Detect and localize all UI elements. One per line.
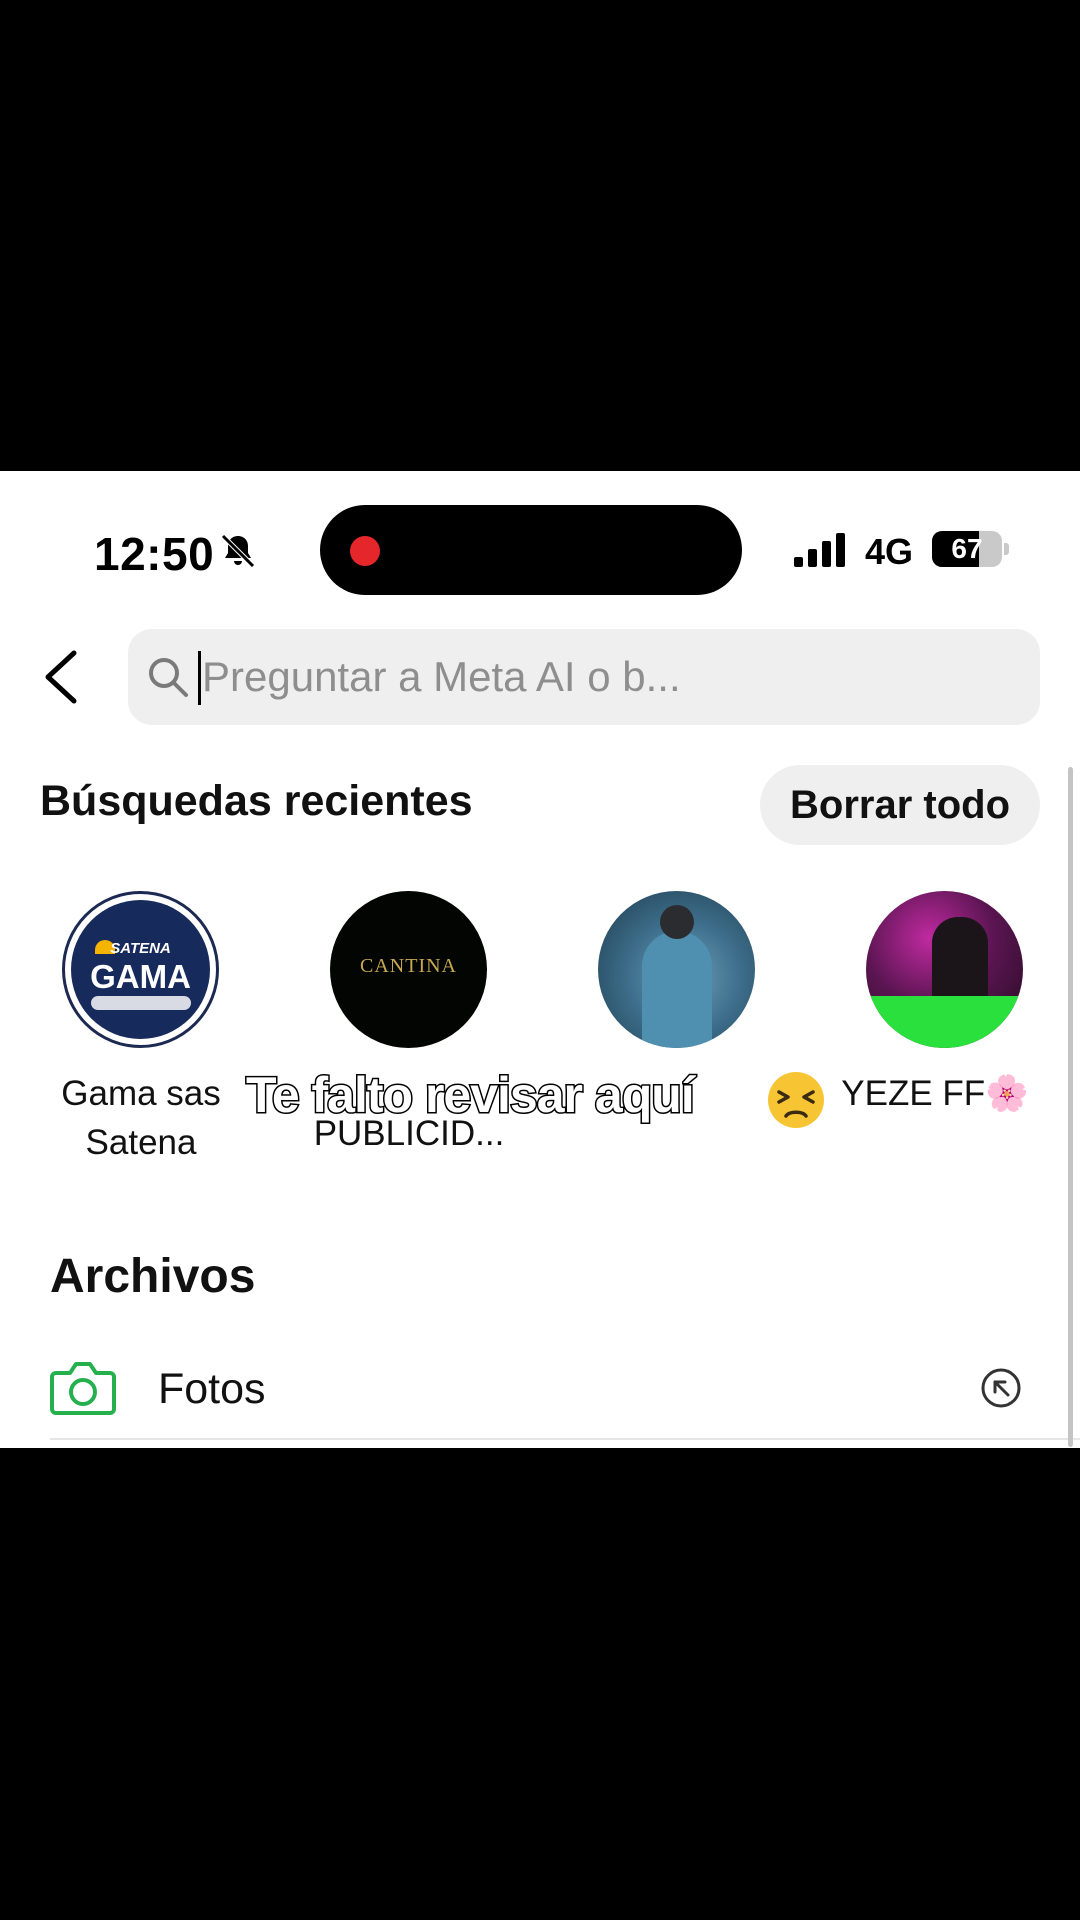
- recent-searches-title: Búsquedas recientes: [40, 777, 473, 825]
- avatar-logo-text: CANTINA: [360, 955, 457, 977]
- avatar-logo-text: SATENA: [110, 940, 171, 957]
- signal-icon: [794, 533, 845, 567]
- text-caret: [198, 651, 201, 705]
- recent-item[interactable]: SATENA GAMA Gama sas Satena: [16, 891, 256, 1162]
- avatar: SATENA GAMA: [62, 891, 219, 1048]
- scrollbar[interactable]: [1068, 767, 1073, 1447]
- arrow-up-left-icon[interactable]: [980, 1367, 1022, 1409]
- search-bar[interactable]: [128, 629, 1040, 725]
- status-time: 12:50: [94, 528, 215, 580]
- overlay-caption: Te falto revisar aquí: [245, 1066, 697, 1125]
- avatar-logo-text: GAMA: [90, 958, 191, 995]
- camera-icon: [50, 1362, 116, 1415]
- divider: [50, 1438, 1080, 1440]
- bell-muted-icon: [221, 534, 255, 568]
- battery-icon: 67: [932, 531, 1009, 567]
- avatar: [598, 891, 755, 1048]
- network-label: 4G: [865, 531, 914, 572]
- files-section-title: Archivos: [50, 1250, 256, 1303]
- search-input[interactable]: [202, 629, 1022, 725]
- battery-percent: 67: [951, 533, 983, 564]
- files-photos-row[interactable]: Fotos: [0, 1337, 1080, 1445]
- avatar: CANTINA: [330, 891, 487, 1048]
- clear-all-button[interactable]: Borrar todo: [760, 765, 1040, 845]
- recent-item[interactable]: YEZE FF🌸: [820, 891, 1060, 1161]
- search-icon: [149, 658, 188, 697]
- back-chevron-icon[interactable]: [36, 647, 88, 707]
- dynamic-island: [320, 505, 742, 595]
- recent-item-name: YEZE FF🌸: [841, 1074, 1029, 1113]
- avatar: [866, 891, 1023, 1048]
- recent-item-name: Gama sas Satena: [61, 1074, 221, 1162]
- app-screen: 12:50 4G 67 Búsquedas recientes Borr: [0, 471, 1080, 1448]
- persevering-face-icon: [768, 1072, 824, 1128]
- recording-indicator: [350, 536, 380, 566]
- files-item-label: Fotos: [158, 1365, 266, 1413]
